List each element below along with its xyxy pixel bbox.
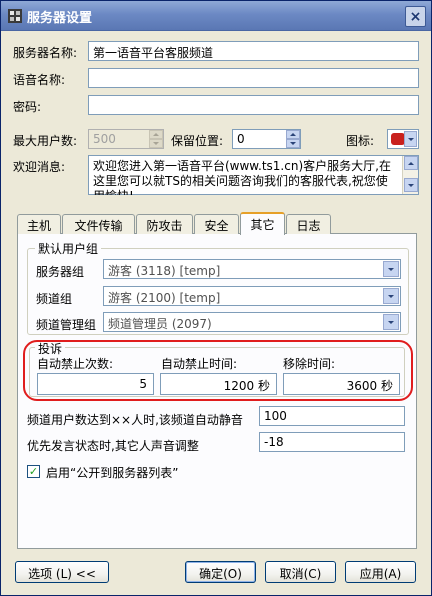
password-label: 密码: bbox=[13, 100, 42, 114]
cancel-button[interactable]: 取消(C) bbox=[265, 561, 336, 583]
max-users-value: 500 bbox=[93, 132, 116, 146]
arrow-down-icon bbox=[153, 142, 159, 145]
auto-mute-label: 频道用户数达到××人时,该频道自动静音 bbox=[27, 413, 243, 427]
icon-label: 图标: bbox=[346, 134, 375, 148]
reserved-down-button[interactable] bbox=[286, 139, 300, 148]
icon-dropdown-button[interactable] bbox=[404, 131, 417, 147]
tab-anti-attack[interactable]: 防攻击 bbox=[136, 214, 193, 234]
reserved-up-button[interactable] bbox=[286, 130, 300, 139]
reserved-slots-spinner[interactable]: 0 bbox=[232, 129, 301, 149]
server-settings-icon bbox=[8, 9, 22, 23]
reserved-slots-label: 保留位置: bbox=[171, 134, 224, 148]
max-users-up-button[interactable] bbox=[149, 130, 163, 139]
chevron-down-icon bbox=[388, 294, 394, 298]
channel-admin-group-select[interactable]: 频道管理员 (2097) bbox=[103, 312, 401, 332]
server-settings-window: 服务器设置 × 服务器名称: 第一语音平台客服频道 语音名称: 密码: 最大用户… bbox=[0, 0, 432, 596]
chevron-down-icon bbox=[407, 137, 414, 141]
max-users-down-button[interactable] bbox=[149, 139, 163, 148]
priority-volume-input[interactable]: -18 bbox=[259, 432, 405, 452]
ok-button[interactable]: 确定(O) bbox=[185, 561, 256, 583]
tab-host[interactable]: 主机 bbox=[17, 214, 61, 234]
arrow-up-icon bbox=[290, 133, 296, 136]
voice-name-input[interactable] bbox=[88, 68, 419, 88]
arrow-up-icon bbox=[153, 133, 159, 136]
tab-security[interactable]: 安全 bbox=[194, 214, 239, 234]
checkmark-icon: ✓ bbox=[28, 465, 39, 478]
voice-name-label: 语音名称: bbox=[13, 73, 66, 87]
publish-checkbox[interactable]: ✓ bbox=[27, 465, 40, 478]
server-icon-preview bbox=[391, 133, 405, 145]
tab-other[interactable]: 其它 bbox=[240, 212, 285, 235]
arrow-up-icon bbox=[408, 161, 414, 165]
password-input[interactable] bbox=[88, 95, 419, 115]
channel-group-select[interactable]: 游客 (2100) [temp] bbox=[103, 286, 401, 306]
window-title: 服务器设置 bbox=[27, 11, 93, 26]
server-name-label: 服务器名称: bbox=[13, 46, 78, 60]
welcome-message-label: 欢迎消息: bbox=[13, 160, 66, 174]
arrow-down-icon bbox=[408, 183, 414, 187]
highlight-outline bbox=[23, 340, 413, 401]
options-button[interactable]: 选项 (L) << bbox=[15, 561, 109, 583]
server-group-label: 服务器组 bbox=[36, 265, 85, 279]
priority-volume-label: 优先发言状态时,其它人声音调整 bbox=[27, 439, 199, 453]
channel-group-label: 频道组 bbox=[36, 292, 73, 306]
tab-file-transfer[interactable]: 文件传输 bbox=[62, 214, 135, 234]
channel-admin-dropdown-button[interactable] bbox=[383, 314, 399, 330]
chevron-down-icon bbox=[388, 267, 394, 271]
scroll-down-button[interactable] bbox=[404, 178, 418, 192]
welcome-scrollbar[interactable] bbox=[402, 156, 418, 194]
server-group-value: 游客 (3118) [temp] bbox=[108, 264, 221, 278]
close-icon: × bbox=[409, 8, 422, 25]
default-groups-title: 默认用户组 bbox=[35, 240, 102, 257]
scroll-up-button[interactable] bbox=[404, 156, 418, 170]
server-group-select[interactable]: 游客 (3118) [temp] bbox=[103, 259, 401, 279]
server-name-input[interactable]: 第一语音平台客服频道 bbox=[88, 41, 419, 61]
title-bar[interactable]: 服务器设置 × bbox=[1, 1, 431, 31]
max-users-spinner[interactable]: 500 bbox=[88, 129, 164, 149]
channel-admin-group-label: 频道管理组 bbox=[36, 318, 97, 332]
chevron-down-icon bbox=[388, 320, 394, 324]
auto-mute-input[interactable]: 100 bbox=[259, 406, 405, 426]
server-group-dropdown-button[interactable] bbox=[383, 261, 399, 277]
channel-group-dropdown-button[interactable] bbox=[383, 288, 399, 304]
channel-admin-group-value: 频道管理员 (2097) bbox=[108, 317, 212, 331]
close-button[interactable]: × bbox=[405, 6, 426, 27]
icon-picker-dropdown[interactable] bbox=[387, 129, 419, 149]
reserved-slots-value: 0 bbox=[237, 132, 245, 146]
arrow-down-icon bbox=[290, 142, 296, 145]
channel-group-value: 游客 (2100) [temp] bbox=[108, 291, 221, 305]
apply-button[interactable]: 应用(A) bbox=[345, 561, 416, 583]
publish-label: 启用“公开到服务器列表” bbox=[46, 466, 179, 480]
welcome-message-text: 欢迎您进入第一语音平台(www.ts1.cn)客户服务大厅,在这里您可以就TS的… bbox=[93, 159, 391, 195]
tab-log[interactable]: 日志 bbox=[286, 214, 331, 234]
welcome-message-textarea[interactable]: 欢迎您进入第一语音平台(www.ts1.cn)客户服务大厅,在这里您可以就TS的… bbox=[88, 155, 419, 195]
max-users-label: 最大用户数: bbox=[13, 134, 78, 148]
